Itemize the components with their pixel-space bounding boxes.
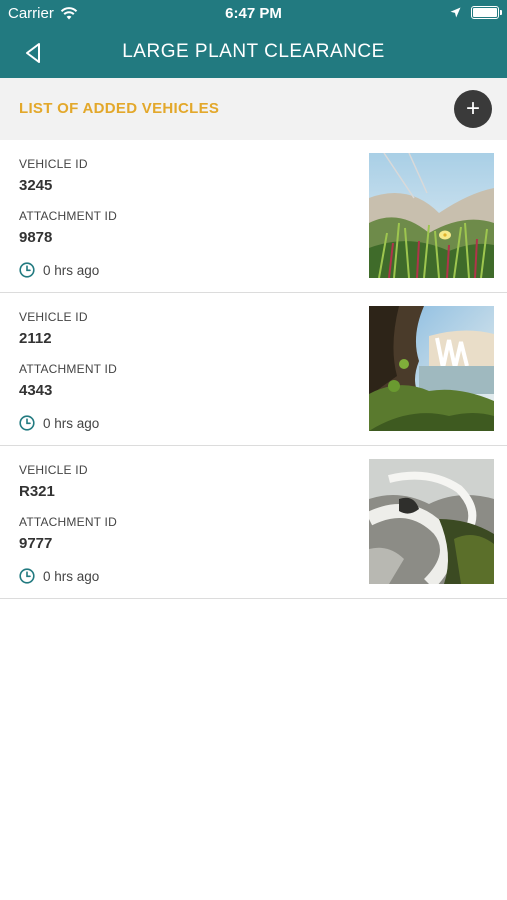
- clock-icon: [19, 262, 35, 278]
- waterfall-cliff-photo: [369, 306, 494, 431]
- clock-icon: [19, 568, 35, 584]
- attachment-id-label: ATTACHMENT ID: [19, 362, 117, 376]
- attachment-id-label: ATTACHMENT ID: [19, 209, 117, 223]
- app-header: Carrier 6:47 PM LARGE PLANT CLEARANCE: [0, 0, 507, 78]
- location-arrow-icon: [450, 7, 461, 18]
- vehicle-id-value: 3245: [19, 177, 53, 194]
- vehicle-thumbnail[interactable]: [369, 459, 494, 584]
- list-item[interactable]: VEHICLE ID 2112 ATTACHMENT ID 4343 0 hrs…: [0, 293, 507, 446]
- vehicle-id-label: VEHICLE ID: [19, 310, 88, 324]
- vehicle-thumbnail[interactable]: [369, 306, 494, 431]
- attachment-id-value: 9878: [19, 229, 53, 246]
- section-header: LIST OF ADDED VEHICLES +: [0, 78, 507, 140]
- vehicle-list: VEHICLE ID 3245 ATTACHMENT ID 9878 0 hrs…: [0, 140, 507, 599]
- section-title: LIST OF ADDED VEHICLES: [19, 100, 220, 117]
- vehicle-id-label: VEHICLE ID: [19, 463, 88, 477]
- attachment-id-value: 9777: [19, 535, 53, 552]
- page-title: LARGE PLANT CLEARANCE: [122, 41, 385, 62]
- vehicle-id-value: R321: [19, 483, 55, 500]
- time-ago: 0 hrs ago: [43, 415, 100, 431]
- nav-bar: LARGE PLANT CLEARANCE: [0, 26, 507, 78]
- list-item[interactable]: VEHICLE ID R321 ATTACHMENT ID 9777 0 hrs…: [0, 446, 507, 599]
- clock-icon: [19, 415, 35, 431]
- list-item[interactable]: VEHICLE ID 3245 ATTACHMENT ID 9878 0 hrs…: [0, 140, 507, 293]
- attachment-id-value: 4343: [19, 382, 53, 399]
- battery-icon: [471, 6, 502, 19]
- vehicle-thumbnail[interactable]: [369, 153, 494, 278]
- attachment-id-label: ATTACHMENT ID: [19, 515, 117, 529]
- stream-rocks-photo: [369, 459, 494, 584]
- status-bar: Carrier 6:47 PM: [0, 0, 507, 26]
- time-ago: 0 hrs ago: [43, 568, 100, 584]
- vehicle-id-value: 2112: [19, 330, 52, 347]
- add-vehicle-button[interactable]: +: [454, 90, 492, 128]
- time-ago: 0 hrs ago: [43, 262, 100, 278]
- vehicle-id-label: VEHICLE ID: [19, 157, 88, 171]
- meadow-flower-photo: [369, 153, 494, 278]
- status-time: 6:47 PM: [225, 5, 282, 22]
